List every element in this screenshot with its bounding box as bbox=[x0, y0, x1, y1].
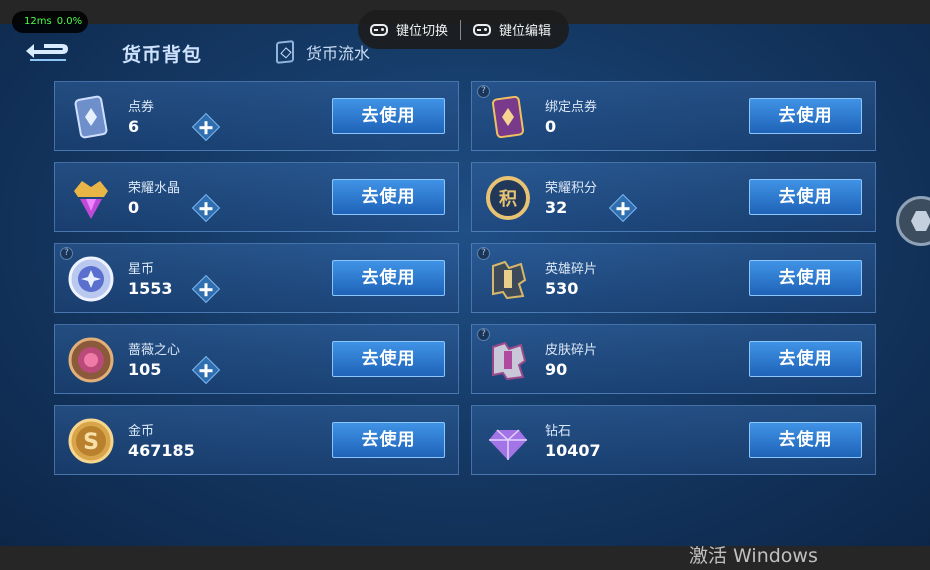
usage-text: 0.0% bbox=[56, 16, 83, 27]
add-button[interactable] bbox=[608, 193, 638, 223]
currency-value: 6 bbox=[128, 117, 140, 136]
currency-card: ? 皮肤碎片 90 去使用 bbox=[471, 324, 876, 394]
currency-name: 英雄碎片 bbox=[545, 262, 598, 277]
key-edit-button[interactable]: 键位编辑 bbox=[461, 20, 563, 39]
use-button[interactable]: 去使用 bbox=[749, 179, 862, 215]
plus-icon bbox=[191, 355, 221, 385]
use-button[interactable]: 去使用 bbox=[332, 260, 445, 296]
hero-fragment-icon bbox=[492, 260, 527, 300]
currency-card: S 金币 467185 去使用 bbox=[54, 405, 459, 475]
side-floating-button[interactable] bbox=[896, 196, 930, 246]
coupon-icon bbox=[74, 95, 108, 139]
key-switch-button[interactable]: 键位切换 bbox=[358, 20, 460, 39]
tab-currency-bag[interactable]: 货币背包 bbox=[122, 40, 202, 67]
currency-value: 32 bbox=[545, 198, 568, 217]
use-button[interactable]: 去使用 bbox=[332, 422, 445, 458]
help-icon[interactable]: ? bbox=[477, 328, 490, 341]
currency-name: 荣耀积分 bbox=[545, 181, 598, 196]
plus-icon bbox=[191, 193, 221, 223]
currency-name: 蔷薇之心 bbox=[128, 343, 181, 358]
diamond-icon bbox=[489, 429, 527, 460]
bound-coupon-icon bbox=[491, 95, 525, 139]
add-button[interactable] bbox=[191, 355, 221, 385]
latency-text: 12ms bbox=[24, 16, 52, 27]
use-button[interactable]: 去使用 bbox=[332, 341, 445, 377]
add-button[interactable] bbox=[191, 274, 221, 304]
add-button[interactable] bbox=[191, 193, 221, 223]
gamepad-icon bbox=[370, 23, 388, 36]
use-button[interactable]: 去使用 bbox=[749, 422, 862, 458]
windows-activation-watermark: 激活 Windows bbox=[689, 545, 818, 567]
glory-points-icon: 积 bbox=[486, 176, 530, 220]
use-button[interactable]: 去使用 bbox=[749, 98, 862, 134]
back-arrow-icon[interactable] bbox=[24, 40, 70, 66]
currency-value: 10407 bbox=[545, 441, 601, 460]
help-icon[interactable]: ? bbox=[477, 85, 490, 98]
currency-value: 90 bbox=[545, 360, 568, 379]
currency-name: 金币 bbox=[128, 424, 155, 439]
plus-icon bbox=[191, 112, 221, 142]
plus-icon bbox=[608, 193, 638, 223]
svg-text:积: 积 bbox=[499, 189, 517, 210]
svg-text:S: S bbox=[83, 430, 99, 455]
currency-card: 点券 6 去使用 bbox=[54, 81, 459, 151]
currency-value: 1553 bbox=[128, 279, 173, 298]
use-button[interactable]: 去使用 bbox=[749, 341, 862, 377]
use-button[interactable]: 去使用 bbox=[332, 98, 445, 134]
tab-currency-flow[interactable]: 货币流水 bbox=[276, 40, 370, 64]
star-coin-icon bbox=[68, 256, 114, 302]
currency-value: 0 bbox=[128, 198, 140, 217]
skin-fragment-icon bbox=[492, 341, 527, 381]
currency-name: 荣耀水晶 bbox=[128, 181, 181, 196]
add-button[interactable] bbox=[191, 112, 221, 142]
currency-card: ? 英雄碎片 530 去使用 bbox=[471, 243, 876, 313]
currency-value: 467185 bbox=[128, 441, 195, 460]
glory-crystal-icon bbox=[74, 181, 108, 219]
key-mapping-toolbar: 键位切换 键位编辑 bbox=[358, 10, 569, 49]
currency-name: 绑定点券 bbox=[545, 100, 598, 115]
performance-badge: 12ms 0.0% bbox=[12, 11, 88, 33]
tab-currency-flow-label: 货币流水 bbox=[306, 44, 371, 63]
currency-card: 荣耀水晶 0 去使用 bbox=[54, 162, 459, 232]
currency-card: ? 星币 1553 去使用 bbox=[54, 243, 459, 313]
currency-name: 点券 bbox=[128, 100, 155, 115]
flow-icon bbox=[276, 40, 294, 64]
help-icon[interactable]: ? bbox=[60, 247, 73, 260]
currency-value: 0 bbox=[545, 117, 557, 136]
currency-card: 钻石 10407 去使用 bbox=[471, 405, 876, 475]
currency-card: ? 绑定点券 0 去使用 bbox=[471, 81, 876, 151]
key-switch-label: 键位切换 bbox=[396, 24, 449, 39]
use-button[interactable]: 去使用 bbox=[749, 260, 862, 296]
help-icon[interactable]: ? bbox=[477, 247, 490, 260]
currency-card: 积 荣耀积分 32 去使用 bbox=[471, 162, 876, 232]
currency-value: 530 bbox=[545, 279, 579, 298]
gamepad-icon bbox=[473, 23, 492, 36]
plus-icon bbox=[191, 274, 221, 304]
currency-name: 皮肤碎片 bbox=[545, 343, 598, 358]
gold-coin-icon: S bbox=[68, 418, 114, 464]
currency-name: 星币 bbox=[128, 262, 155, 277]
currency-card: 蔷薇之心 105 去使用 bbox=[54, 324, 459, 394]
rose-heart-icon bbox=[68, 337, 114, 383]
currency-name: 钻石 bbox=[545, 424, 572, 439]
game-screen: 货币背包 货币流水 点券 6 去使用? 绑定点券 0 去使用 荣耀水晶 0 去使用积荣耀积分 32… bbox=[0, 24, 930, 546]
key-edit-label: 键位编辑 bbox=[499, 24, 552, 39]
currency-value: 105 bbox=[128, 360, 162, 379]
use-button[interactable]: 去使用 bbox=[332, 179, 445, 215]
